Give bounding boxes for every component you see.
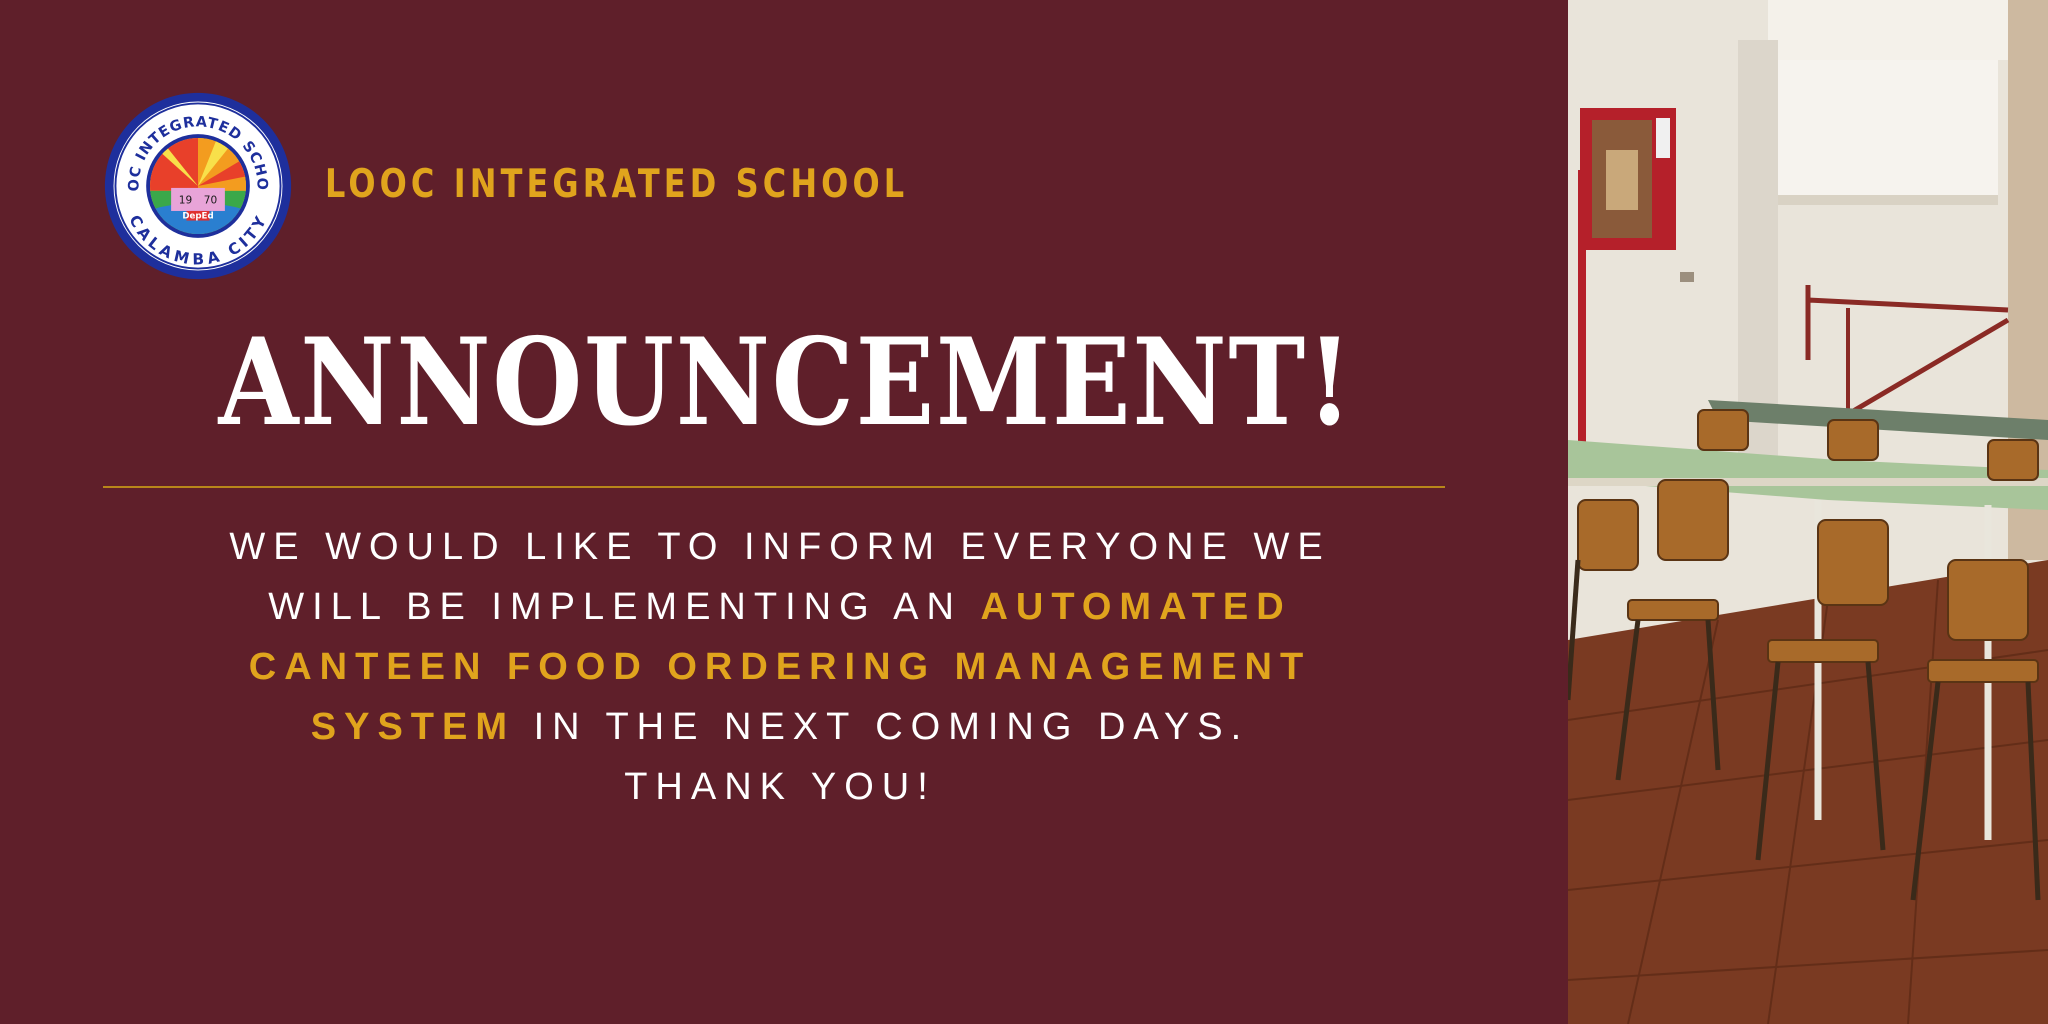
canteen-photo (1568, 0, 2048, 1024)
announcement-message: WE WOULD LIKE TO INFORM EVERYONE WE WILL… (60, 517, 1500, 817)
announcement-banner: 19 70 DepEd LOOC INTEGRATED SCHOOL CALAM… (0, 0, 2048, 1024)
message-highlight: SYSTEM (310, 706, 516, 748)
seal-year-right: 70 (204, 194, 218, 206)
message-highlight: AUTOMATED (980, 586, 1292, 628)
message-line-2: WILL BE IMPLEMENTING AN AUTOMATED (60, 577, 1500, 637)
school-seal-logo: 19 70 DepEd LOOC INTEGRATED SCHOOL CALAM… (102, 90, 292, 280)
message-line-4: SYSTEM IN THE NEXT COMING DAYS. (60, 697, 1500, 757)
message-line-3-highlight: CANTEEN FOOD ORDERING MANAGEMENT (248, 646, 1312, 688)
seal-year-left: 19 (179, 194, 192, 206)
divider (103, 486, 1445, 488)
message-text: IN THE NEXT COMING DAYS. (515, 706, 1250, 748)
message-text: WILL BE IMPLEMENTING AN (268, 586, 981, 628)
seal-badge-text: DepEd (182, 212, 213, 222)
school-name: LOOC INTEGRATED SCHOOL (325, 162, 909, 207)
text-panel: 19 70 DepEd LOOC INTEGRATED SCHOOL CALAM… (0, 0, 1568, 1024)
message-thank-you: THANK YOU! (624, 766, 936, 808)
message-line-1: WE WOULD LIKE TO INFORM EVERYONE WE (229, 526, 1331, 568)
announcement-heading: ANNOUNCEMENT! (218, 312, 1354, 453)
